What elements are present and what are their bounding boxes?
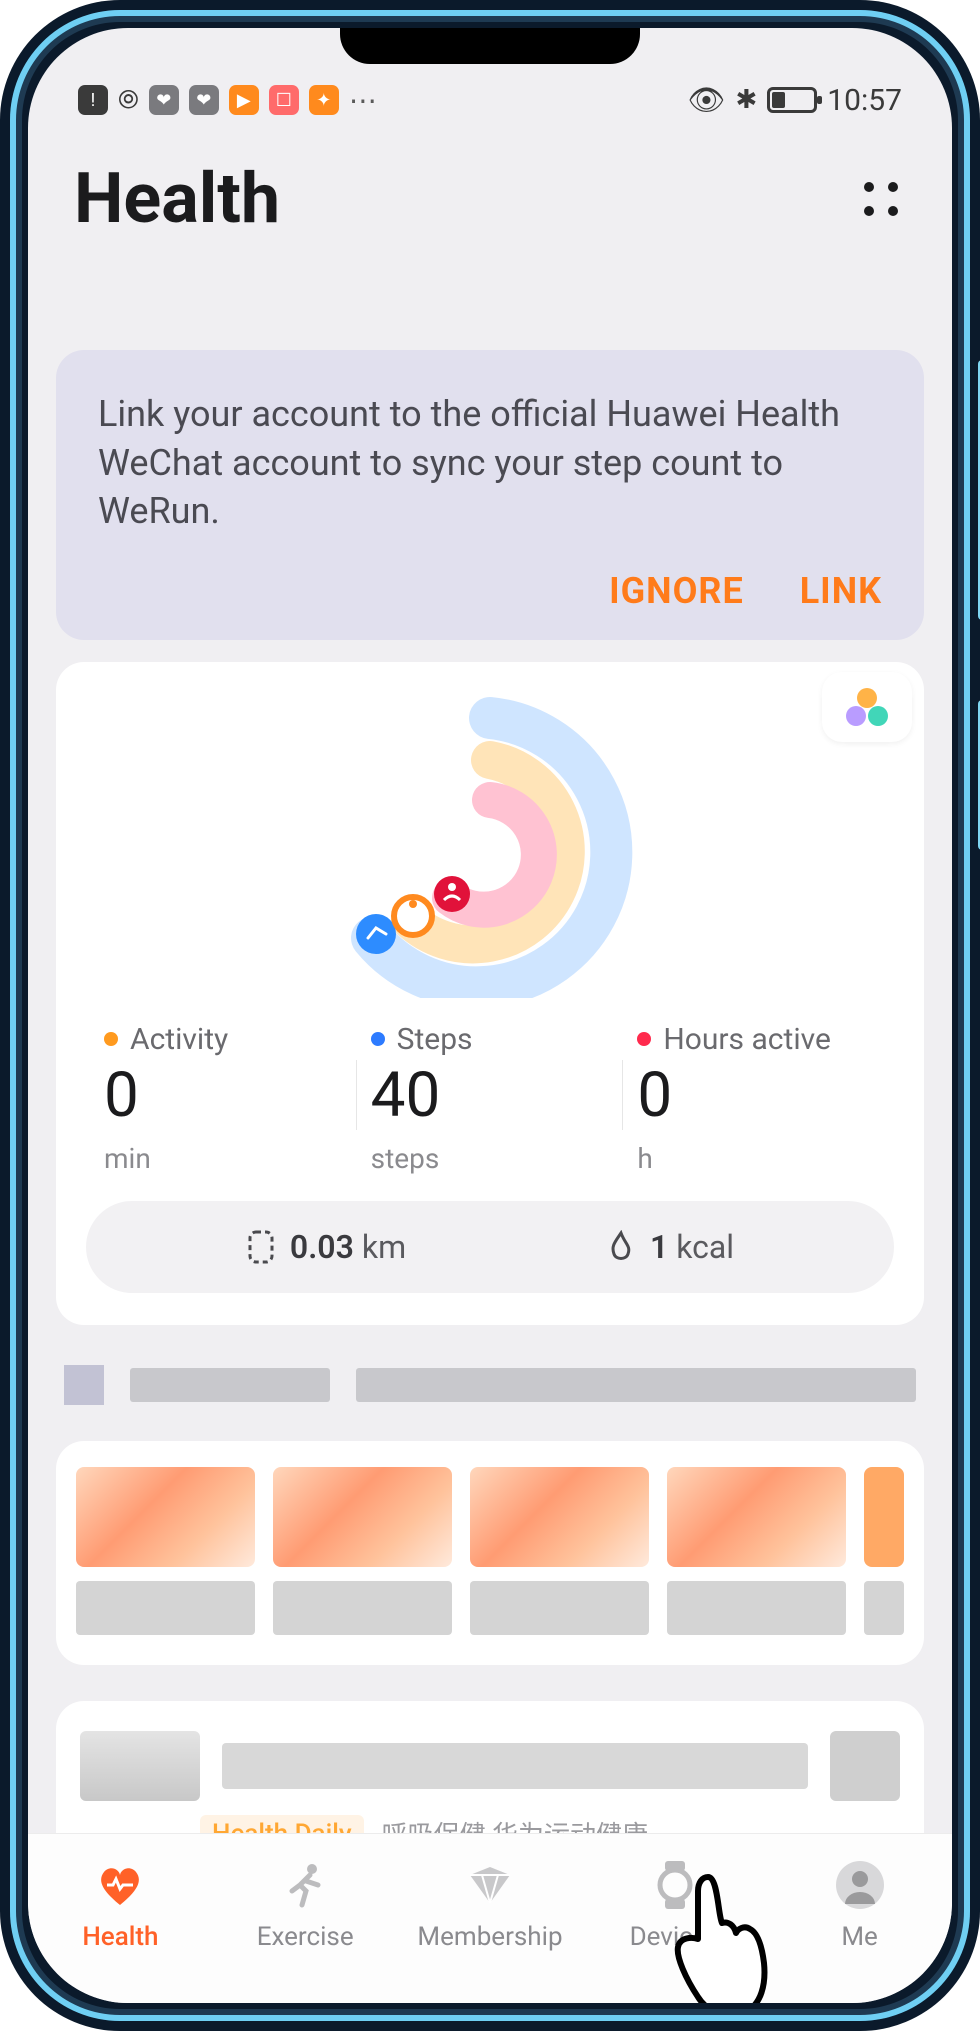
diamond-icon <box>463 1858 517 1912</box>
stat-steps-unit: steps <box>371 1142 610 1175</box>
activity-rings <box>80 682 900 1022</box>
redacted-title <box>222 1743 808 1789</box>
kcal-value: 1 <box>650 1228 668 1266</box>
app-icon-3: ▶ <box>229 85 259 115</box>
nav-me[interactable]: Me <box>776 1858 942 1952</box>
stat-hours-unit: h <box>637 1142 876 1175</box>
redacted-block <box>356 1368 916 1402</box>
app-icon-5: ✦ <box>309 85 339 115</box>
runner-icon <box>278 1858 332 1912</box>
content-tile[interactable] <box>273 1467 452 1635</box>
page-header: Health <box>28 128 952 280</box>
more-menu-button[interactable] <box>856 174 906 224</box>
distance-item: 0.03 km <box>246 1228 406 1266</box>
banner-text: Link your account to the official Huawei… <box>98 390 882 536</box>
phone-frame: ! ⦾ ❤ ❤ ▶ ☐ ✦ ⋯ 👁 ✱ 10:57 Health <box>0 0 980 2031</box>
bluetooth-icon: ✱ <box>735 85 757 115</box>
status-more-icon: ⋯ <box>349 84 379 117</box>
nav-exercise[interactable]: Exercise <box>222 1858 388 1952</box>
content-tiles-row[interactable] <box>56 1441 924 1665</box>
stat-steps-label: Steps <box>397 1022 473 1057</box>
stat-steps-value: 40 <box>371 1059 610 1132</box>
redacted-thumb <box>80 1731 200 1801</box>
content-tile[interactable] <box>76 1467 255 1635</box>
distance-kcal-pill: 0.03 km 1 kcal <box>86 1201 894 1293</box>
page-title: Health <box>74 158 280 240</box>
ignore-button[interactable]: IGNORE <box>609 570 744 612</box>
flame-icon <box>606 1230 636 1264</box>
stats-row: Activity 0 min Steps 40 steps Hours acti… <box>80 1022 900 1175</box>
status-left: ! ⦾ ❤ ❤ ▶ ☐ ✦ ⋯ <box>78 84 379 117</box>
nav-exercise-label: Exercise <box>257 1922 354 1952</box>
redacted-block <box>830 1731 900 1801</box>
nav-health-label: Health <box>82 1922 158 1952</box>
app-icon-4: ☐ <box>269 85 299 115</box>
app-icon-1: ❤ <box>149 85 179 115</box>
content-tile[interactable] <box>470 1467 649 1635</box>
share-dot-orange-icon <box>857 688 877 708</box>
kcal-item: 1 kcal <box>606 1228 734 1266</box>
nav-me-label: Me <box>841 1922 878 1952</box>
share-dot-purple-icon <box>846 706 866 726</box>
battery-icon <box>767 87 817 113</box>
stat-activity-value: 0 <box>104 1059 343 1132</box>
redacted-block <box>64 1365 104 1405</box>
content-tile[interactable] <box>667 1467 846 1635</box>
dot-blue-icon <box>371 1032 385 1046</box>
heart-icon <box>93 1858 147 1912</box>
content-tile[interactable] <box>864 1467 904 1635</box>
redacted-block <box>130 1368 330 1402</box>
hand-cursor-icon <box>658 1867 778 2003</box>
eye-icon: 👁 <box>687 83 725 118</box>
app-icon-2: ❤ <box>189 85 219 115</box>
nav-membership-label: Membership <box>417 1922 562 1952</box>
stat-hours-value: 0 <box>637 1059 876 1132</box>
share-dot-green-icon <box>868 706 888 726</box>
link-button[interactable]: LINK <box>800 570 882 612</box>
nav-membership[interactable]: Membership <box>407 1858 573 1952</box>
dot-red-icon <box>637 1032 651 1046</box>
screen: ! ⦾ ❤ ❤ ▶ ☐ ✦ ⋯ 👁 ✱ 10:57 Health <box>28 28 952 2003</box>
section-header-redacted <box>64 1365 916 1405</box>
activity-rings-card[interactable]: Activity 0 min Steps 40 steps Hours acti… <box>56 662 924 1325</box>
clock-text: 10:57 <box>827 83 902 118</box>
stat-activity: Activity 0 min <box>90 1022 357 1175</box>
distance-unit: km <box>362 1228 406 1266</box>
kcal-unit: kcal <box>676 1228 734 1266</box>
stat-activity-label: Activity <box>130 1022 228 1057</box>
distance-value: 0.03 <box>290 1228 354 1266</box>
nav-health[interactable]: Health <box>37 1858 203 1952</box>
stat-hours-label: Hours active <box>663 1022 831 1057</box>
dot-orange-icon <box>104 1032 118 1046</box>
bottom-nav: Health Exercise Membership Devices <box>28 1833 952 2003</box>
sim-alert-icon: ! <box>78 85 108 115</box>
route-icon <box>246 1230 276 1264</box>
stat-hours: Hours active 0 h <box>623 1022 890 1175</box>
status-right: 👁 ✱ 10:57 <box>687 83 902 118</box>
rings-share-button[interactable] <box>822 672 912 742</box>
display-notch <box>340 28 640 64</box>
person-icon <box>833 1858 887 1912</box>
stat-activity-unit: min <box>104 1142 343 1175</box>
link-account-banner: Link your account to the official Huawei… <box>56 350 924 640</box>
wifi-icon: ⦾ <box>118 85 139 116</box>
stat-steps: Steps 40 steps <box>357 1022 624 1175</box>
